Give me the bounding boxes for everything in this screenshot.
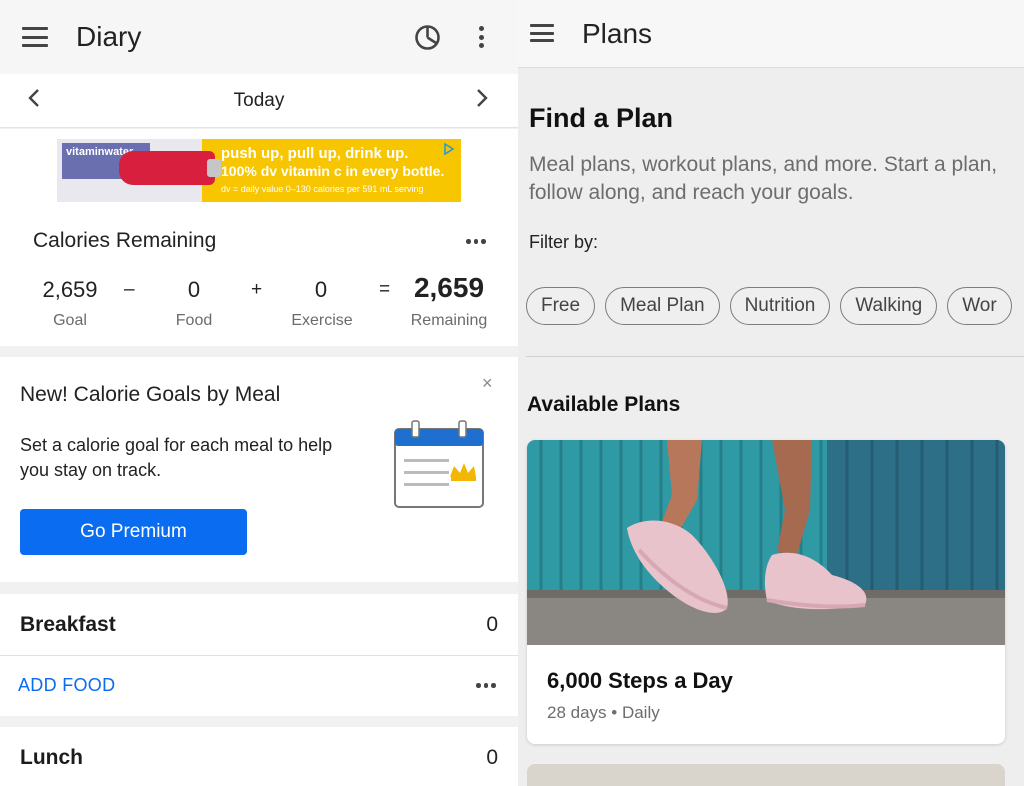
ad-fine-print: dv = daily value 0–130 calories per 591 … [221,184,424,194]
filter-label: Filter by: [529,232,599,252]
plans-screen: Plans Find a Plan Meal plans, workout pl… [518,0,1024,786]
equals-operator: = [379,279,391,300]
goal-label: Goal [53,312,87,329]
page-title: Diary [76,21,142,52]
go-premium-button[interactable]: Go Premium [20,509,247,555]
minus-operator: – [124,279,135,300]
diary-screen: Diary Today vitaminwater push up, pull u… [0,0,518,786]
chevron-right-icon[interactable] [476,88,488,114]
available-plans-heading: Available Plans [527,393,681,416]
more-horiz-icon[interactable] [466,239,486,244]
ad-headline: push up, pull up, drink up. [221,145,409,162]
plan-title: 6,000 Steps a Day [547,668,733,693]
date-label[interactable]: Today [0,90,518,112]
close-icon[interactable]: × [482,373,493,394]
goal-value: 2,659 [42,277,98,302]
calories-remaining-title: Calories Remaining [33,229,217,252]
add-food-button[interactable]: ADD FOOD [18,675,115,696]
filter-chip-nutrition[interactable]: Nutrition [729,287,831,325]
menu-icon[interactable] [530,24,554,42]
menu-icon[interactable] [22,27,48,47]
plan-card[interactable]: 6,000 Steps a Day 28 days • Daily [527,440,1005,744]
filter-chips: Free Meal Plan Nutrition Walking Wor [526,287,1012,325]
page-title: Plans [582,18,653,49]
lunch-calories: 0 [486,746,498,769]
calories-card: vitaminwater push up, pull up, drink up.… [0,129,518,346]
ad-bottle-image [119,151,215,185]
diary-app-bar: Diary [0,0,518,74]
ad-subline: 100% dv vitamin c in every bottle. [221,163,445,179]
ad-bottle-cap [207,159,221,177]
lunch-title: Lunch [20,746,83,769]
divider [0,655,518,656]
promo-title: New! Calorie Goals by Meal [20,383,281,406]
pie-chart-icon[interactable] [414,24,441,51]
premium-promo-card: New! Calorie Goals by Meal × Set a calor… [0,357,518,582]
find-plan-description: Meal plans, workout plans, and more. Sta… [529,153,998,204]
divider [526,356,1024,357]
calendar-crown-icon [394,420,484,508]
breakfast-section: Breakfast 0 ADD FOOD [0,594,518,716]
remaining-label: Remaining [410,312,488,329]
adchoices-icon[interactable] [443,142,457,156]
plan-photo [527,440,1005,645]
filter-chip-walking[interactable]: Walking [840,287,938,325]
filter-chip-free[interactable]: Free [526,287,596,325]
plus-operator: + [251,279,263,300]
filter-chip-workout[interactable]: Wor [947,287,1012,325]
find-plan-heading: Find a Plan [529,103,674,133]
remaining-value: 2,659 [413,272,485,303]
promo-body: Set a calorie goal for each meal to help… [20,435,333,480]
more-horiz-icon[interactable] [476,683,496,688]
food-label: Food [175,312,213,329]
date-navigator: Today [0,74,518,128]
exercise-label: Exercise [291,312,353,329]
breakfast-title: Breakfast [20,613,116,636]
food-value: 0 [187,277,201,302]
advertisement-banner[interactable]: vitaminwater push up, pull up, drink up.… [57,139,461,202]
filter-chip-meal-plan[interactable]: Meal Plan [605,287,720,325]
lunch-section: Lunch 0 [0,727,518,786]
breakfast-calories: 0 [486,613,498,636]
exercise-value: 0 [314,277,328,302]
plan-card-next[interactable] [527,764,1005,786]
plans-app-bar: Plans [518,0,1024,68]
more-vert-icon[interactable] [478,26,484,48]
plan-meta: 28 days • Daily [547,703,660,722]
